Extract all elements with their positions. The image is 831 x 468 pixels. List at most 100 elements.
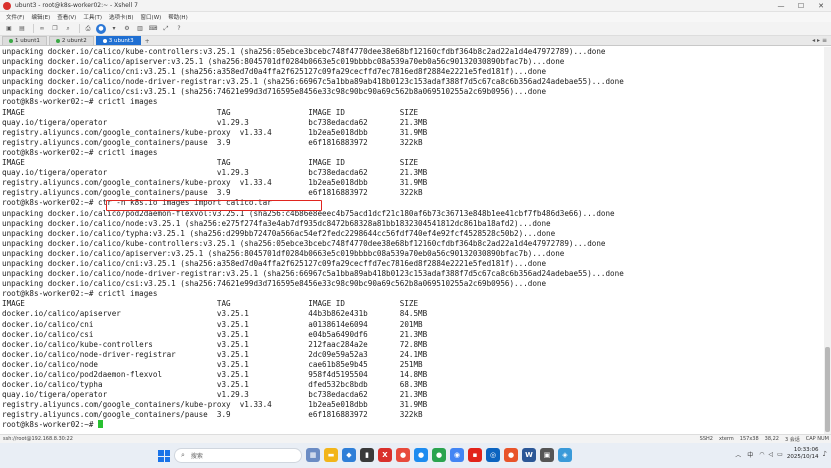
link-icon[interactable]: ∞	[37, 24, 47, 34]
wechat-icon[interactable]: ●	[432, 448, 446, 462]
menu-file[interactable]: 文件(F)	[6, 13, 24, 21]
terminal-type: xterm	[718, 436, 734, 442]
copy-icon[interactable]: ❐	[50, 24, 60, 34]
terminal-prompt-line: root@k8s-worker02:~#	[2, 420, 824, 430]
terminal-line: unpacking docker.io/calico/apiserver:v3.…	[2, 248, 565, 258]
clock[interactable]: 10:33:06 2025/10/14	[787, 447, 819, 461]
terminal-line: unpacking docker.io/calico/node:v3.25.1 …	[2, 218, 551, 228]
input-method-indicator[interactable]: 中	[747, 450, 753, 459]
terminal-output[interactable]: unpacking docker.io/calico/kube-controll…	[0, 47, 824, 434]
settings-icon[interactable]: ⚙	[122, 24, 132, 34]
cursor-position: 38,22	[764, 436, 779, 442]
terminal-line: unpacking docker.io/calico/cni:v3.25.1 (…	[2, 258, 547, 268]
terminal-size: 157x38	[739, 436, 759, 442]
chrome-icon[interactable]: ◉	[450, 448, 464, 462]
terminal-line: root@k8s-worker02:~# crictl images	[2, 97, 158, 107]
orange-app-icon[interactable]: ●	[504, 448, 518, 462]
menu-edit[interactable]: 编辑(E)	[31, 13, 50, 21]
tab-ubunt3[interactable]: 3 ubunt3	[95, 36, 141, 45]
toolbar: ▣ ▤ ∞ ❐ ⌕ ⎙ ● ▾ ⚙ ▥ ⌨ ⤢ ?	[0, 22, 831, 36]
search-icon: ⌕	[181, 451, 185, 459]
terminal-line: docker.io/calico/pod2daemon-flexvol v3.2…	[2, 370, 428, 379]
menu-bar: 文件(F) 编辑(E) 查看(V) 工具(T) 选项卡(B) 窗口(W) 帮助(…	[0, 12, 831, 22]
globe-icon[interactable]: ●	[96, 23, 106, 34]
search-icon[interactable]: ⌕	[63, 24, 73, 34]
scrollbar-thumb[interactable]	[825, 347, 830, 432]
status-dot-icon	[102, 39, 107, 43]
volume-icon[interactable]: ◁	[769, 451, 774, 458]
xshell-app-icon	[3, 1, 11, 10]
maximize-button[interactable]: ☐	[791, 0, 811, 12]
fullscreen-icon[interactable]: ⤢	[161, 24, 171, 34]
status-dot-icon	[55, 39, 60, 43]
terminal-line: unpacking docker.io/calico/typha:v3.25.1…	[2, 228, 556, 238]
terminal-line: IMAGE TAG IMAGE ID SIZE	[2, 107, 419, 117]
terminal-line: root@k8s-worker02:~# crictl images	[2, 147, 158, 157]
word-icon[interactable]: W	[522, 448, 536, 462]
search-placeholder: 搜索	[190, 453, 203, 460]
terminal-line: IMAGE TAG IMAGE ID SIZE	[2, 299, 419, 309]
terminal-line: registry.aliyuncs.com/google_containers/…	[2, 127, 428, 137]
terminal-scrollbar[interactable]	[824, 47, 831, 434]
terminal-line: quay.io/tigera/operator v1.29.3 bc738eda…	[2, 168, 428, 178]
terminal-app-icon[interactable]: ▮	[360, 448, 374, 462]
task-view-icon[interactable]: ▦	[306, 448, 320, 462]
status-dot-icon	[9, 39, 13, 43]
terminal-line: unpacking docker.io/calico/apiserver:v3.…	[2, 57, 565, 67]
taskbar-search[interactable]: ⌕ 搜索	[174, 448, 302, 463]
menu-view[interactable]: 查看(V)	[57, 13, 76, 21]
menu-tab[interactable]: 选项卡(B)	[109, 13, 134, 21]
tab-ubunt1[interactable]: 1 ubunt1	[2, 36, 47, 45]
new-session-icon[interactable]: ▣	[4, 24, 14, 34]
minimize-button[interactable]: —	[771, 0, 791, 12]
dark-app-icon[interactable]: ▣	[540, 448, 554, 462]
blue-app-icon[interactable]: ●	[414, 448, 428, 462]
highlighted-command-box	[106, 200, 322, 211]
start-button[interactable]	[158, 450, 170, 462]
network-app-icon[interactable]: ◈	[558, 448, 572, 462]
title-bar: ubunt3 - root@k8s-worker02:~ - Xshell 7 …	[0, 0, 831, 12]
terminal-line: root@k8s-worker02:~# crictl images	[2, 289, 158, 299]
chevron-up-icon[interactable]: ︿	[735, 450, 741, 459]
folder-icon[interactable]: ▤	[17, 24, 27, 34]
tab-ubunt2[interactable]: 2 ubunt2	[48, 36, 94, 45]
battery-icon[interactable]: ▭	[777, 451, 783, 458]
xshell-icon[interactable]: X	[378, 448, 392, 462]
terminal-prompt: root@k8s-worker02:~#	[2, 420, 99, 430]
terminal-cursor	[98, 420, 104, 429]
menu-tools[interactable]: 工具(T)	[83, 13, 102, 21]
terminal-line: unpacking docker.io/calico/node-driver-r…	[2, 269, 624, 279]
ssh-protocol: SSH2	[699, 436, 713, 442]
terminal-line: quay.io/tigera/operator v1.29.3 bc738eda…	[2, 117, 428, 127]
clock-date: 2025/10/14	[786, 454, 819, 460]
window-title: ubunt3 - root@k8s-worker02:~ - Xshell 7	[15, 2, 138, 9]
taskbar-apps: ▦ ▬ ◆ ▮ X ● ● ● ◉ ▪ ◎ ● W ▣ ◈	[306, 448, 576, 462]
lock-icon[interactable]: ▥	[135, 24, 145, 34]
session-count: 3 会话	[784, 437, 800, 443]
window-controls: — ☐ ✕	[771, 0, 831, 12]
tab-navigation[interactable]: ◂ ▸ ≡	[812, 37, 827, 44]
toolbar-divider	[79, 24, 80, 33]
chevron-down-icon[interactable]: ▾	[109, 24, 119, 34]
menu-help[interactable]: 帮助(H)	[168, 13, 187, 21]
terminal-line: unpacking docker.io/calico/csi:v3.25.1 (…	[2, 87, 547, 97]
red-square-icon[interactable]: ▪	[468, 448, 482, 462]
terminal-line: docker.io/calico/csi v3.25.1 e04b5a6490d…	[2, 329, 428, 339]
help-icon[interactable]: ?	[174, 24, 184, 34]
print-icon[interactable]: ⎙	[83, 24, 93, 34]
red-app-icon[interactable]: ●	[396, 448, 410, 462]
terminal-line: unpacking docker.io/calico/kube-controll…	[2, 47, 606, 56]
close-button[interactable]: ✕	[811, 0, 831, 12]
file-explorer-icon[interactable]: ▬	[324, 448, 338, 462]
windows-taskbar: ⌕ 搜索 ▦ ▬ ◆ ▮ X ● ● ● ◉ ▪ ◎ ● W ▣ ◈ ︿ 中 ◠…	[0, 443, 831, 468]
edge-icon[interactable]: ◎	[486, 448, 500, 462]
notification-icon[interactable]: ♪	[823, 450, 827, 458]
menu-window[interactable]: 窗口(W)	[141, 13, 162, 21]
terminal-line: docker.io/calico/typha v3.25.1 dfed532bc…	[2, 380, 428, 390]
keyboard-icon[interactable]: ⌨	[148, 24, 158, 34]
terminal-line: IMAGE TAG IMAGE ID SIZE	[2, 158, 419, 168]
wifi-icon[interactable]: ◠	[759, 451, 764, 458]
terminal-line: registry.aliyuncs.com/google_containers/…	[2, 400, 428, 410]
add-tab-button[interactable]: +	[145, 38, 150, 45]
vscode-icon[interactable]: ◆	[342, 448, 356, 462]
